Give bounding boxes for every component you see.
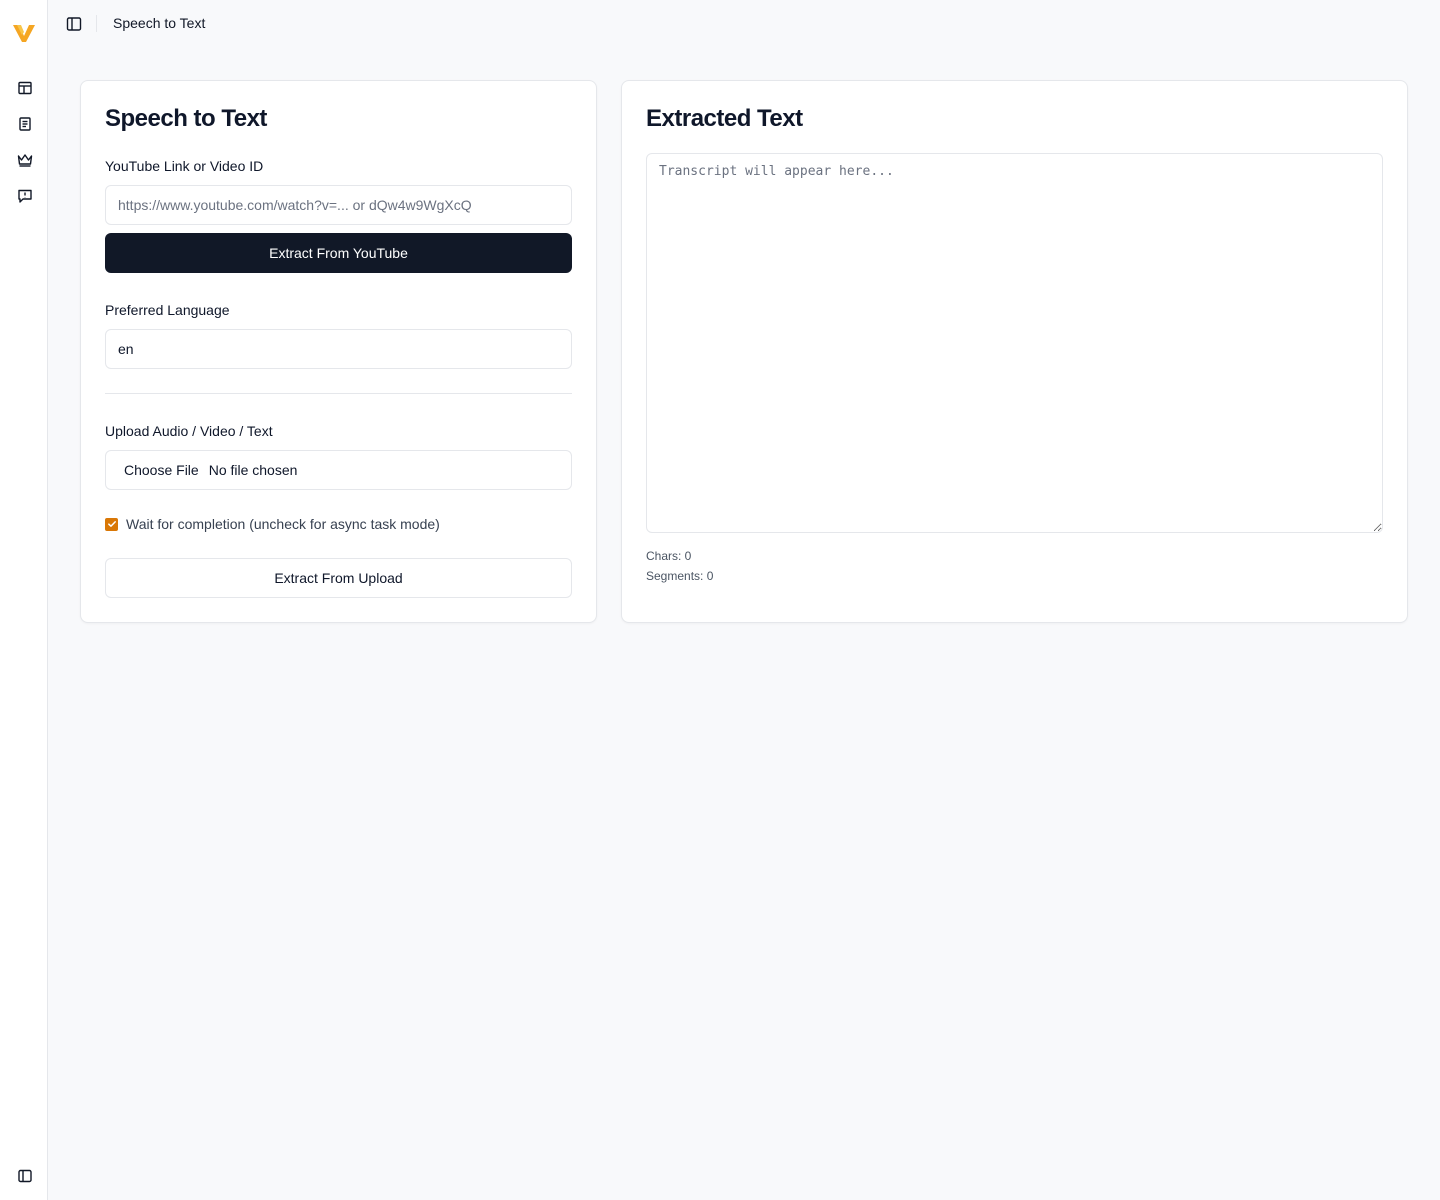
upload-label: Upload Audio / Video / Text — [105, 423, 273, 439]
document-icon[interactable] — [16, 115, 34, 133]
file-input[interactable]: Choose File No file chosen — [105, 450, 572, 490]
panel-toggle-icon[interactable] — [66, 16, 82, 32]
sidebar-toggle-icon[interactable] — [16, 1167, 34, 1185]
youtube-label: YouTube Link or Video ID — [105, 158, 264, 174]
speech-to-text-card: Speech to Text YouTube Link or Video ID … — [80, 80, 597, 623]
crown-icon[interactable] — [16, 151, 34, 169]
feedback-icon[interactable] — [16, 187, 34, 205]
check-icon — [107, 521, 116, 527]
breadcrumb: Speech to Text — [113, 15, 206, 31]
chars-count: Chars: 0 — [646, 549, 692, 563]
card-title: Extracted Text — [646, 105, 803, 132]
wait-option: Wait for completion (uncheck for async t… — [105, 516, 440, 532]
wait-checkbox[interactable] — [105, 517, 118, 531]
segments-count: Segments: 0 — [646, 569, 714, 583]
section-divider — [105, 393, 572, 394]
brand-logo-icon[interactable] — [12, 22, 36, 44]
file-status: No file chosen — [208, 462, 298, 478]
transcript-textarea[interactable] — [646, 153, 1383, 533]
card-title: Speech to Text — [105, 105, 267, 132]
layout-icon[interactable] — [16, 79, 34, 97]
youtube-input[interactable] — [105, 185, 572, 225]
wait-label: Wait for completion (uncheck for async t… — [126, 516, 440, 532]
language-input[interactable] — [105, 329, 572, 369]
language-label: Preferred Language — [105, 302, 230, 318]
header-divider — [96, 15, 97, 32]
sidebar — [0, 0, 48, 1200]
top-bar: Speech to Text — [48, 0, 1440, 48]
extracted-text-card: Extracted Text Chars: 0 Segments: 0 — [621, 80, 1408, 623]
extract-upload-button[interactable]: Extract From Upload — [105, 558, 572, 598]
choose-file-button[interactable]: Choose File — [124, 462, 199, 478]
extract-youtube-button[interactable]: Extract From YouTube — [105, 233, 572, 273]
